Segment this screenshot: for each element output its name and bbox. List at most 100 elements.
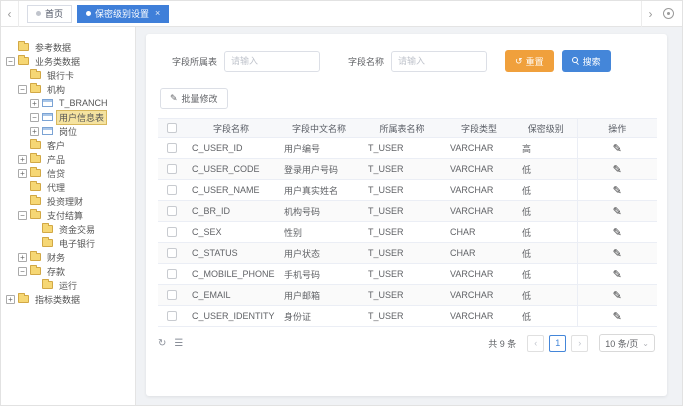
tree-node[interactable]: 客户 [6,138,133,152]
prev-page-button[interactable]: ‹ [527,335,544,352]
cell-level: 低 [515,243,577,264]
edit-row-icon[interactable]: ✎ [613,164,622,176]
tree-node[interactable]: − 用户信息表 [6,110,133,124]
select-all-checkbox[interactable] [167,123,177,133]
cell-level: 低 [515,159,577,180]
row-checkbox[interactable] [167,290,177,300]
tree-node[interactable]: 投资理财 [6,194,133,208]
table-row: C_MOBILE_PHONE手机号码T_USERVARCHAR低✎ [158,264,657,285]
expand-icon[interactable]: + [18,155,27,164]
tree-node-label: 支付结算 [44,208,86,223]
column-settings-icon[interactable]: ☰ [174,338,183,349]
tab-close-icon[interactable]: × [155,9,160,18]
collapse-icon[interactable]: − [18,211,27,220]
expand-icon[interactable]: + [18,253,27,262]
row-checkbox[interactable] [167,143,177,153]
table-row: C_USER_CODE登录用户号码T_USERVARCHAR低✎ [158,159,657,180]
cell-level: 低 [515,180,577,201]
folder-icon [30,71,41,79]
tree-node-label: 投资理财 [44,194,86,209]
cell-name: C_EMAIL [185,285,277,306]
tree-node[interactable]: 银行卡 [6,68,133,82]
field-name-input[interactable] [391,51,487,72]
row-checkbox[interactable] [167,269,177,279]
cell-table: T_USER [361,180,443,201]
expand-icon[interactable]: + [30,99,39,108]
cell-name: C_BR_ID [185,201,277,222]
row-checkbox[interactable] [167,185,177,195]
search-button[interactable]: 搜索 [562,50,611,72]
tree-node[interactable]: +T_BRANCH [6,96,133,110]
column-header: 操作 [577,119,657,138]
folder-icon [30,169,41,177]
folder-icon [18,43,29,51]
collapse-icon[interactable]: − [30,113,39,122]
tab-options-icon[interactable] [663,8,674,19]
page-1-button[interactable]: 1 [549,335,566,352]
tree-node[interactable]: 运行 [6,278,133,292]
tree-node[interactable]: −存款 [6,264,133,278]
collapse-icon[interactable]: − [18,267,27,276]
reset-button[interactable]: ↺ 重置 [505,50,554,72]
edit-row-icon[interactable]: ✎ [613,206,622,218]
tree-node[interactable]: −业务类数据 [6,54,133,68]
tree-node[interactable]: 参考数据 [6,40,133,54]
tree-node-label: 用户信息表 [56,110,107,125]
row-checkbox[interactable] [167,227,177,237]
expand-icon[interactable]: + [6,295,15,304]
expand-icon[interactable]: + [30,127,39,136]
batch-edit-button[interactable]: ✎ 批量修改 [160,88,228,109]
edit-row-icon[interactable]: ✎ [613,227,622,239]
edit-row-icon[interactable]: ✎ [613,311,622,323]
tree-node[interactable]: 资金交易 [6,222,133,236]
edit-row-icon[interactable]: ✎ [613,290,622,302]
expander-spacer [30,281,39,290]
tree-node[interactable]: −机构 [6,82,133,96]
cell-type: CHAR [443,222,515,243]
column-header: 字段中文名称 [277,119,361,138]
tree-node[interactable]: 代理 [6,180,133,194]
expander-spacer [18,71,27,80]
tree-node[interactable]: +信贷 [6,166,133,180]
folder-icon [30,211,41,219]
edit-row-icon[interactable]: ✎ [613,143,622,155]
cell-level: 低 [515,201,577,222]
collapse-icon[interactable]: − [18,85,27,94]
row-checkbox[interactable] [167,248,177,258]
batch-edit-label: 批量修改 [182,92,218,105]
cell-cn: 登录用户号码 [277,159,361,180]
expand-icon[interactable]: + [18,169,27,178]
field-table-input[interactable] [224,51,320,72]
batch-row: ✎ 批量修改 [160,88,655,109]
cell-table: T_USER [361,243,443,264]
cell-level: 低 [515,222,577,243]
tab-scroll-right-icon[interactable]: › [641,1,659,27]
refresh-icon[interactable]: ↻ [158,338,166,349]
row-checkbox[interactable] [167,164,177,174]
row-checkbox[interactable] [167,206,177,216]
column-header: 保密级别 [515,119,577,138]
tree-node[interactable]: 电子银行 [6,236,133,250]
tab-actions: › [641,1,682,27]
tree-node[interactable]: − 支付结算 [6,208,133,222]
tab-home[interactable]: 首页 [27,5,72,23]
next-page-button[interactable]: › [571,335,588,352]
edit-row-icon[interactable]: ✎ [613,269,622,281]
tab-scroll-left-icon[interactable]: ‹ [1,1,19,27]
tab-secrecy-level-settings[interactable]: 保密级别设置 × [77,5,169,23]
collapse-icon[interactable]: − [6,57,15,66]
edit-row-icon[interactable]: ✎ [613,185,622,197]
search-icon [572,57,580,65]
page-size-select[interactable]: 10 条/页 ⌄ [599,334,655,352]
cell-type: VARCHAR [443,264,515,285]
cell-name: C_USER_ID [185,138,277,159]
folder-icon [30,267,41,275]
table-body: C_USER_ID用户编号T_USERVARCHAR高✎C_USER_CODE登… [158,138,657,327]
tree-node[interactable]: +财务 [6,250,133,264]
edit-row-icon[interactable]: ✎ [613,248,622,260]
tree-node[interactable]: +指标类数据 [6,292,133,306]
cell-cn: 用户状态 [277,243,361,264]
tree-node[interactable]: +岗位 [6,124,133,138]
tree-node[interactable]: +产品 [6,152,133,166]
row-checkbox[interactable] [167,311,177,321]
